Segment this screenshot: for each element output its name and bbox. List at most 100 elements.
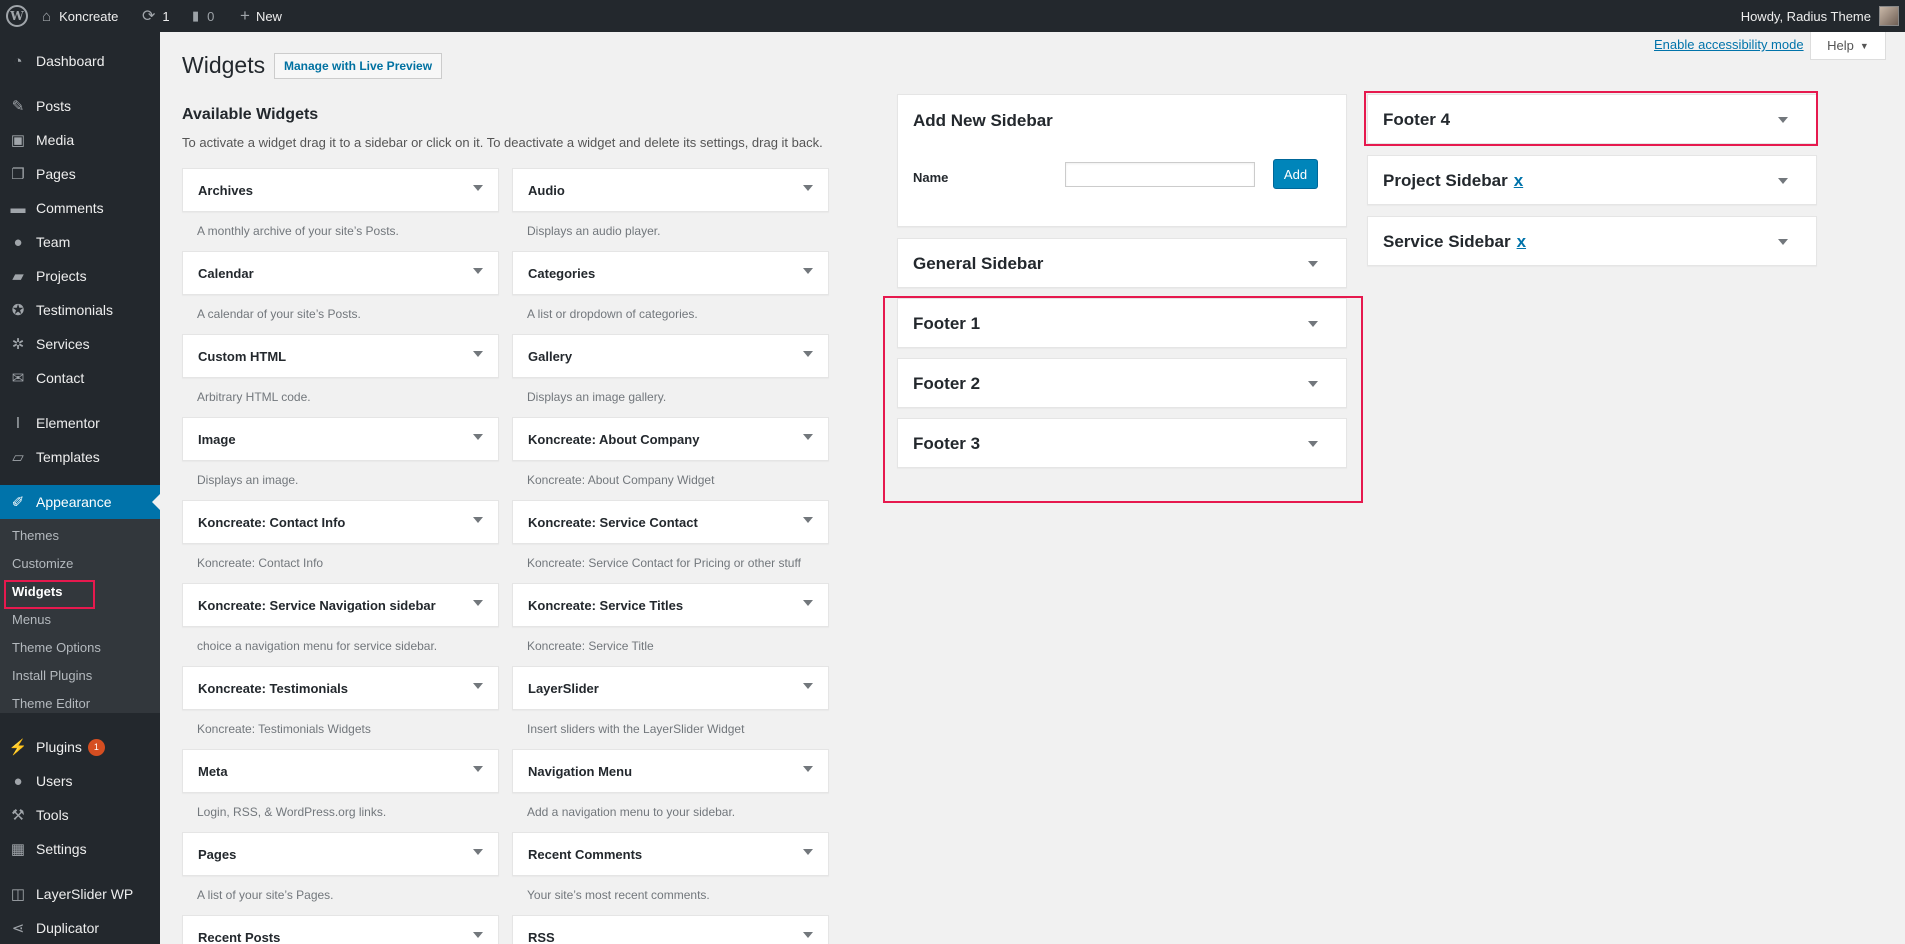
new-content-link[interactable]: + New [240,0,282,32]
expand-arrow-icon[interactable] [1308,441,1318,447]
widget-image[interactable]: Image [182,417,499,461]
wordpress-logo-icon[interactable]: W [6,0,28,32]
expand-arrow-icon[interactable] [1778,178,1788,184]
refresh-icon: ⟳ [142,8,156,25]
menu-item-dashboard[interactable]: ◔ Dashboard [0,44,160,78]
widget-categories[interactable]: Categories [512,251,829,295]
widget-navigation-menu[interactable]: Navigation Menu [512,749,829,793]
menu-item-team[interactable]: ● Team [0,225,160,259]
menu-item-services[interactable]: ✲ Services [0,327,160,361]
sidebar-footer-3[interactable]: Footer 3 [897,418,1347,468]
widget-custom-html[interactable]: Custom HTML [182,334,499,378]
expand-arrow-icon[interactable] [803,434,813,440]
sidebar-footer-1[interactable]: Footer 1 [897,298,1347,348]
expand-arrow-icon[interactable] [1308,321,1318,327]
expand-arrow-icon[interactable] [803,185,813,191]
account-greeting[interactable]: Howdy, Radius Theme [1741,0,1871,32]
updates-link[interactable]: ⟳ 1 [142,0,170,32]
widget-recent-comments[interactable]: Recent Comments [512,832,829,876]
submenu-theme-options[interactable]: Theme Options [12,638,101,658]
menu-item-layerslider[interactable]: ◫ LayerSlider WP [0,877,160,911]
widget-archives[interactable]: Archives [182,168,499,212]
enable-accessibility-link[interactable]: Enable accessibility mode [1654,37,1804,52]
expand-arrow-icon[interactable] [473,849,483,855]
sidebar-service[interactable]: Service Sidebar x [1367,216,1817,266]
submenu-menus[interactable]: Menus [12,610,51,630]
menu-item-contact[interactable]: ✉ Contact [0,361,160,395]
help-tab-button[interactable]: Help ▼ [1810,32,1886,60]
expand-arrow-icon[interactable] [803,932,813,938]
expand-arrow-icon[interactable] [803,683,813,689]
sidebar-title: Footer 1 [913,314,981,333]
expand-arrow-icon[interactable] [803,268,813,274]
menu-item-media[interactable]: ▣ Media [0,123,160,157]
expand-arrow-icon[interactable] [803,351,813,357]
expand-arrow-icon[interactable] [473,268,483,274]
expand-arrow-icon[interactable] [473,434,483,440]
widget-koncreate-service-navigation[interactable]: Koncreate: Service Navigation sidebar [182,583,499,627]
menu-item-posts[interactable]: ✎ Posts [0,89,160,123]
menu-item-comments[interactable]: ▬ Comments [0,191,160,225]
plugins-update-badge: 1 [87,738,105,756]
submenu-widgets[interactable]: Widgets [12,582,62,602]
widget-koncreate-service-titles[interactable]: Koncreate: Service Titles [512,583,829,627]
expand-arrow-icon[interactable] [1308,381,1318,387]
expand-arrow-icon[interactable] [473,766,483,772]
expand-arrow-icon[interactable] [803,600,813,606]
menu-item-plugins[interactable]: ⚡ Plugins 1 [0,730,160,764]
menu-item-testimonials[interactable]: ✪ Testimonials [0,293,160,327]
widget-gallery[interactable]: Gallery [512,334,829,378]
widget-koncreate-service-contact[interactable]: Koncreate: Service Contact [512,500,829,544]
manage-live-preview-button[interactable]: Manage with Live Preview [274,53,443,79]
menu-item-projects[interactable]: ▰ Projects [0,259,160,293]
menu-item-tools[interactable]: ⚒ Tools [0,798,160,832]
submenu-themes[interactable]: Themes [12,526,59,546]
remove-sidebar-link[interactable]: x [1517,232,1526,251]
widget-meta[interactable]: Meta [182,749,499,793]
expand-arrow-icon[interactable] [473,517,483,523]
add-sidebar-button[interactable]: Add [1273,159,1318,189]
comment-bubble-icon: ▮ [192,8,200,23]
expand-arrow-icon[interactable] [1778,117,1788,123]
widget-koncreate-testimonials[interactable]: Koncreate: Testimonials [182,666,499,710]
expand-arrow-icon[interactable] [803,766,813,772]
widget-recent-posts[interactable]: Recent Posts [182,915,499,944]
menu-item-duplicator[interactable]: ⋖ Duplicator [0,911,160,944]
sidebar-general[interactable]: General Sidebar [897,238,1347,288]
widget-koncreate-about-company[interactable]: Koncreate: About Company [512,417,829,461]
sidebar-footer-4[interactable]: Footer 4 [1367,94,1817,144]
expand-arrow-icon[interactable] [473,185,483,191]
widget-pages[interactable]: Pages [182,832,499,876]
menu-item-appearance[interactable]: ✐ Appearance [0,485,160,519]
submenu-customize[interactable]: Customize [12,554,73,574]
widget-calendar[interactable]: Calendar [182,251,499,295]
widget-rss[interactable]: RSS [512,915,829,944]
avatar[interactable] [1879,6,1899,26]
expand-arrow-icon[interactable] [473,683,483,689]
expand-arrow-icon[interactable] [473,932,483,938]
widget-koncreate-contact-info[interactable]: Koncreate: Contact Info [182,500,499,544]
submenu-install-plugins[interactable]: Install Plugins [12,666,92,686]
menu-item-templates[interactable]: ▱ Templates [0,440,160,474]
menu-item-pages[interactable]: ❐ Pages [0,157,160,191]
comments-link[interactable]: ▮ 0 [192,0,214,32]
expand-arrow-icon[interactable] [473,600,483,606]
remove-sidebar-link[interactable]: x [1514,171,1523,190]
menu-item-settings[interactable]: ▦ Settings [0,832,160,866]
sidebar-project[interactable]: Project Sidebar x [1367,155,1817,205]
expand-arrow-icon[interactable] [1778,239,1788,245]
expand-arrow-icon[interactable] [803,849,813,855]
widget-layerslider[interactable]: LayerSlider [512,666,829,710]
submenu-theme-editor[interactable]: Theme Editor [12,694,90,714]
expand-arrow-icon[interactable] [473,351,483,357]
menu-item-elementor[interactable]: Ⅰ Elementor [0,406,160,440]
sidebar-name-input[interactable] [1065,162,1255,187]
sidebar-footer-2[interactable]: Footer 2 [897,358,1347,408]
elementor-icon: Ⅰ [15,415,21,432]
expand-arrow-icon[interactable] [803,517,813,523]
expand-arrow-icon[interactable] [1308,261,1318,267]
folder-icon: ▰ [12,268,24,285]
menu-item-users[interactable]: ● Users [0,764,160,798]
widget-audio[interactable]: Audio [512,168,829,212]
site-name-link[interactable]: ⌂ Koncreate [42,0,118,32]
